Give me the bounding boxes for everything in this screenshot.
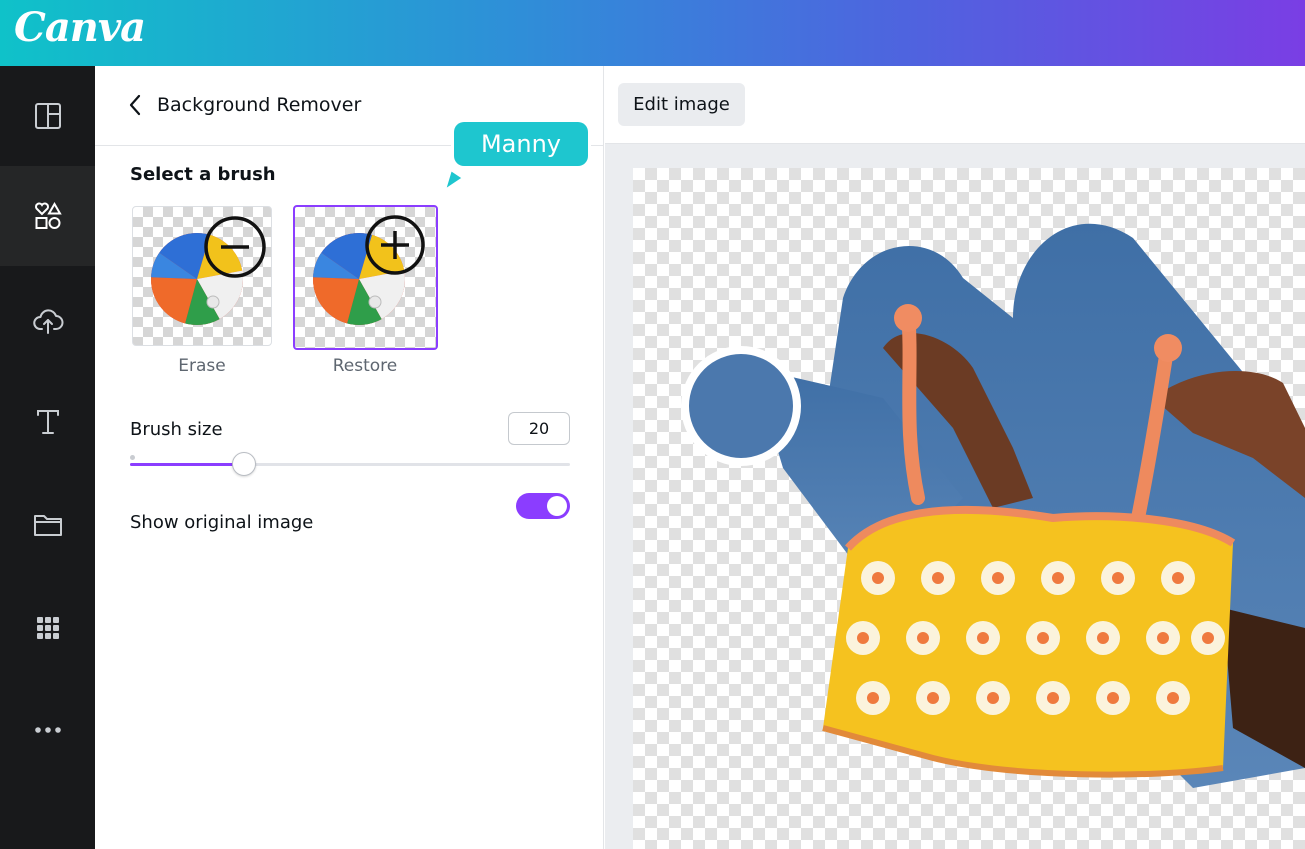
rail-item-elements[interactable]	[0, 166, 95, 266]
flower-center	[867, 692, 879, 704]
flower-center	[872, 572, 884, 584]
flower-center	[1047, 692, 1059, 704]
editor-area: Edit image	[605, 66, 1305, 849]
chevron-left-icon	[129, 94, 141, 116]
text-icon	[36, 410, 59, 434]
folder-icon	[33, 515, 62, 536]
flower-center	[1107, 692, 1119, 704]
elements-icon	[34, 202, 62, 229]
collaborator-badge: Manny	[454, 122, 588, 166]
flower-center	[1112, 572, 1124, 584]
brush-size-input[interactable]: 20	[508, 412, 570, 445]
panel-title: Background Remover	[157, 94, 362, 116]
rail-item-design[interactable]	[0, 66, 95, 166]
canva-logo[interactable]: Canva	[14, 4, 146, 51]
editor-toolbar: Edit image	[605, 66, 1305, 144]
slider-start-dot	[130, 455, 135, 460]
flower-center	[932, 572, 944, 584]
back-button[interactable]	[125, 92, 145, 118]
rail-item-uploads[interactable]	[0, 271, 95, 371]
design-canvas[interactable]	[633, 168, 1305, 849]
erase-label: Erase	[178, 356, 226, 376]
edit-image-button[interactable]: Edit image	[618, 83, 745, 126]
show-original-label: Show original image	[130, 512, 314, 533]
restore-label: Restore	[332, 356, 398, 376]
crochet-top-photo[interactable]	[633, 168, 1305, 849]
flower-center	[1167, 692, 1179, 704]
slider-thumb[interactable]	[232, 452, 257, 476]
flower-center	[917, 632, 929, 644]
erase-brush-option[interactable]	[132, 206, 272, 346]
flower-center	[857, 632, 869, 644]
select-brush-label: Select a brush	[130, 164, 276, 185]
flower-center	[1157, 632, 1169, 644]
flower-center	[987, 692, 999, 704]
top-bar: Canva	[0, 0, 1305, 66]
show-original-toggle[interactable]	[516, 493, 570, 519]
more-icon	[34, 727, 61, 733]
flower-center	[1202, 632, 1214, 644]
flower-center	[1037, 632, 1049, 644]
rail-item-more[interactable]	[0, 680, 95, 780]
brush-size-slider[interactable]	[130, 452, 570, 476]
layout-icon	[34, 103, 61, 129]
upload-cloud-icon	[32, 309, 63, 334]
rail-item-projects[interactable]	[0, 475, 95, 575]
slider-fill	[130, 463, 245, 466]
apps-grid-icon	[36, 617, 59, 639]
flower-center	[992, 572, 1004, 584]
flower-center	[1172, 572, 1184, 584]
toggle-knob	[547, 496, 567, 516]
left-rail	[0, 66, 95, 849]
beach-ball-restore-thumbnail	[313, 215, 425, 325]
beach-ball-erase-thumbnail	[151, 216, 266, 325]
flower-center	[1052, 572, 1064, 584]
collaborator-cursor-icon	[444, 169, 464, 191]
flower-center	[977, 632, 989, 644]
background-remover-panel: Background Remover Select a brush Erase	[95, 66, 604, 849]
flower-center	[1097, 632, 1109, 644]
brush-size-label: Brush size	[130, 419, 223, 440]
flower-center	[927, 692, 939, 704]
rail-item-apps[interactable]	[0, 578, 95, 678]
restore-brush-option[interactable]	[293, 205, 438, 350]
rail-item-text[interactable]	[0, 372, 95, 472]
